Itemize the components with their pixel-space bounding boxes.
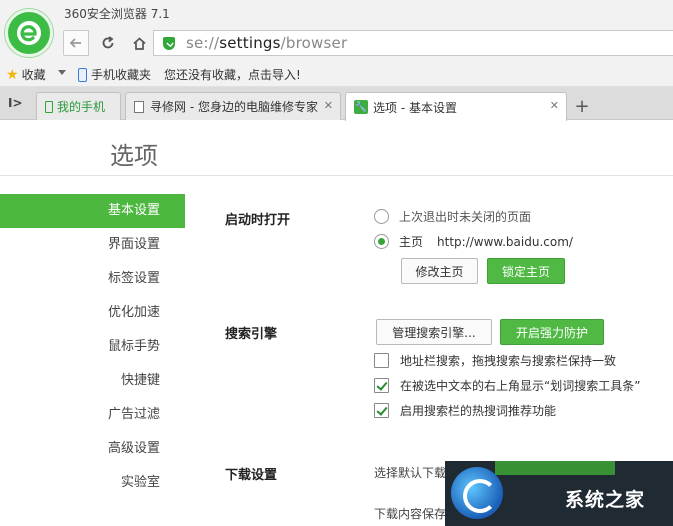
- page-title: 选项: [110, 142, 158, 170]
- title-bar: 360安全浏览器 7.1: [0, 0, 673, 26]
- startup-option-last-session[interactable]: 上次退出时未关闭的页面: [374, 208, 531, 225]
- watermark-banner: [495, 461, 615, 475]
- watermark-text: 系统之家: [565, 489, 646, 511]
- close-icon[interactable]: ✕: [550, 99, 559, 112]
- sidebar-item-tabs[interactable]: 标签设置: [0, 262, 185, 296]
- page-icon: [134, 100, 144, 113]
- home-button[interactable]: [126, 30, 152, 56]
- sidebar-item-advanced[interactable]: 高级设置: [0, 432, 185, 466]
- mobile-favorites-button[interactable]: 手机收藏夹: [78, 66, 151, 83]
- sidebar-item-interface[interactable]: 界面设置: [0, 228, 185, 262]
- import-favorites-hint[interactable]: 您还没有收藏，点击导入!: [164, 66, 301, 83]
- lock-homepage-button[interactable]: 锁定主页: [487, 258, 565, 284]
- settings-sidebar: 基本设置 界面设置 标签设置 优化加速 鼠标手势 快捷键 广告过滤 高级设置 实…: [0, 194, 185, 500]
- site-watermark: 系统之家: [445, 461, 673, 526]
- address-bar: se://settings/browser: [0, 26, 673, 60]
- bookmark-bar: ★ 收藏 手机收藏夹 您还没有收藏，点击导入!: [0, 60, 673, 87]
- favorites-dropdown-icon[interactable]: [58, 70, 66, 75]
- tab-my-phone[interactable]: 我的手机: [36, 92, 121, 120]
- refresh-icon: [102, 36, 114, 49]
- checkbox-hot-search[interactable]: [374, 403, 389, 418]
- option-hot-search[interactable]: 启用搜索栏的热搜词推荐功能: [374, 402, 556, 419]
- sidebar-item-basic[interactable]: 基本设置: [0, 194, 185, 228]
- home-icon: [132, 36, 146, 50]
- sidebar-item-adblock[interactable]: 广告过滤: [0, 398, 185, 432]
- url-input[interactable]: se://settings/browser: [153, 30, 673, 56]
- tab-strip: I> 我的手机 寻修网 - 您身边的电脑维修专家 ✕ 🔧 选项 - 基本设置 ✕…: [0, 87, 673, 121]
- browser-logo-icon[interactable]: [5, 9, 53, 57]
- back-button[interactable]: [63, 30, 89, 56]
- homepage-url: http://www.baidu.com/: [437, 234, 573, 249]
- sidebar-item-mouse-gesture[interactable]: 鼠标手势: [0, 330, 185, 364]
- url-text: se://settings/browser: [186, 34, 348, 52]
- tab-xunxiu[interactable]: 寻修网 - 您身边的电脑维修专家 ✕: [125, 92, 341, 120]
- sidebar-item-lab[interactable]: 实验室: [0, 466, 185, 500]
- sidebar-toggle-icon[interactable]: I>: [8, 96, 23, 110]
- radio-homepage[interactable]: [374, 234, 389, 249]
- startup-section-label: 启动时打开: [225, 213, 291, 228]
- sidebar-item-shortcuts[interactable]: 快捷键: [0, 364, 185, 398]
- radio-last-session[interactable]: [374, 209, 389, 224]
- option-selection-toolbar[interactable]: 在被选中文本的右上角显示“划词搜索工具条”: [374, 377, 640, 394]
- arrow-left-icon: [69, 38, 81, 48]
- startup-option-homepage[interactable]: 主页 http://www.baidu.com/: [374, 233, 573, 250]
- phone-icon: [78, 67, 87, 82]
- new-tab-button[interactable]: +: [569, 94, 595, 118]
- favorites-button[interactable]: ★ 收藏: [6, 66, 46, 83]
- tab-settings[interactable]: 🔧 选项 - 基本设置 ✕: [345, 92, 567, 121]
- download-section-label: 下载设置: [225, 468, 278, 483]
- watermark-logo-icon: [451, 467, 503, 519]
- checkbox-search-sync[interactable]: [374, 353, 389, 368]
- manage-search-engines-button[interactable]: 管理搜索引擎...: [376, 319, 492, 345]
- divider: [0, 175, 673, 176]
- modify-homepage-button[interactable]: 修改主页: [401, 258, 478, 284]
- star-icon: ★: [6, 66, 19, 83]
- window-title: 360安全浏览器 7.1: [64, 7, 170, 21]
- phone-icon: [45, 100, 53, 113]
- sidebar-item-optimize[interactable]: 优化加速: [0, 296, 185, 330]
- download-default-text: 选择默认下载: [374, 466, 447, 480]
- option-search-sync[interactable]: 地址栏搜索，拖拽搜索与搜索栏保持一致: [374, 352, 616, 369]
- close-icon[interactable]: ✕: [324, 99, 333, 112]
- wrench-icon: 🔧: [354, 100, 368, 114]
- enable-protection-button[interactable]: 开启强力防护: [500, 319, 604, 345]
- search-section-label: 搜索引擎: [225, 327, 278, 342]
- checkbox-selection-toolbar[interactable]: [374, 378, 389, 393]
- security-shield-icon: [163, 37, 175, 50]
- refresh-button[interactable]: [95, 30, 121, 56]
- download-save-text: 下载内容保存: [374, 507, 447, 521]
